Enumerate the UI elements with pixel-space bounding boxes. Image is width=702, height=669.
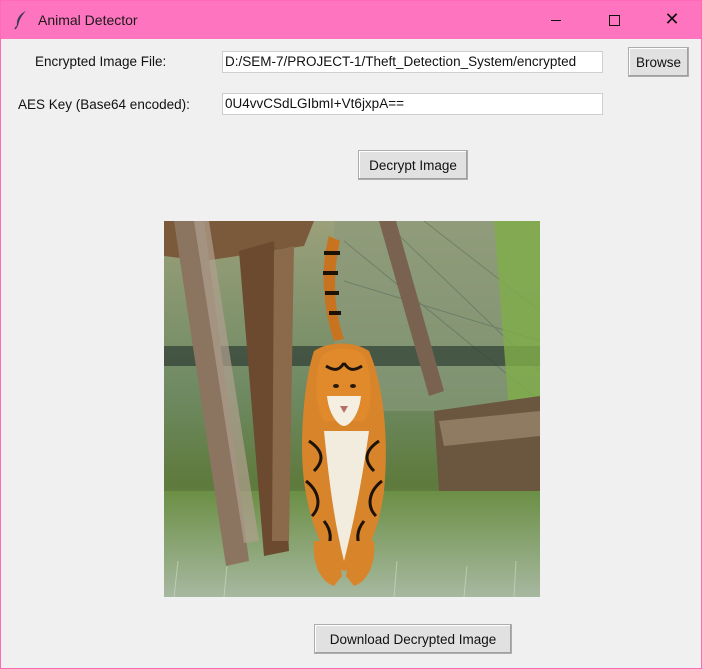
maximize-button[interactable]: [585, 1, 643, 39]
maximize-icon: [608, 14, 620, 26]
minimize-button[interactable]: [527, 1, 585, 39]
browse-button[interactable]: Browse: [628, 47, 689, 77]
decrypted-image: [164, 221, 540, 597]
key-label: AES Key (Base64 encoded):: [18, 97, 190, 112]
app-window: Animal Detector ✕ Encrypted Image File: …: [0, 0, 702, 669]
download-button[interactable]: Download Decrypted Image: [314, 624, 512, 654]
close-icon: ✕: [664, 9, 680, 30]
decrypt-button[interactable]: Decrypt Image: [358, 150, 468, 180]
close-button[interactable]: ✕: [643, 1, 701, 39]
feather-icon: [14, 11, 26, 30]
window-title: Animal Detector: [38, 12, 138, 28]
aes-key-input[interactable]: 0U4vvCSdLGIbmI+Vt6jxpA==: [222, 93, 603, 115]
file-path-input[interactable]: D:/SEM-7/PROJECT-1/Theft_Detection_Syste…: [222, 51, 603, 73]
file-label: Encrypted Image File:: [35, 54, 167, 69]
tiger-image: [164, 221, 540, 597]
minimize-icon: [551, 19, 561, 21]
title-bar[interactable]: Animal Detector ✕: [1, 1, 701, 39]
